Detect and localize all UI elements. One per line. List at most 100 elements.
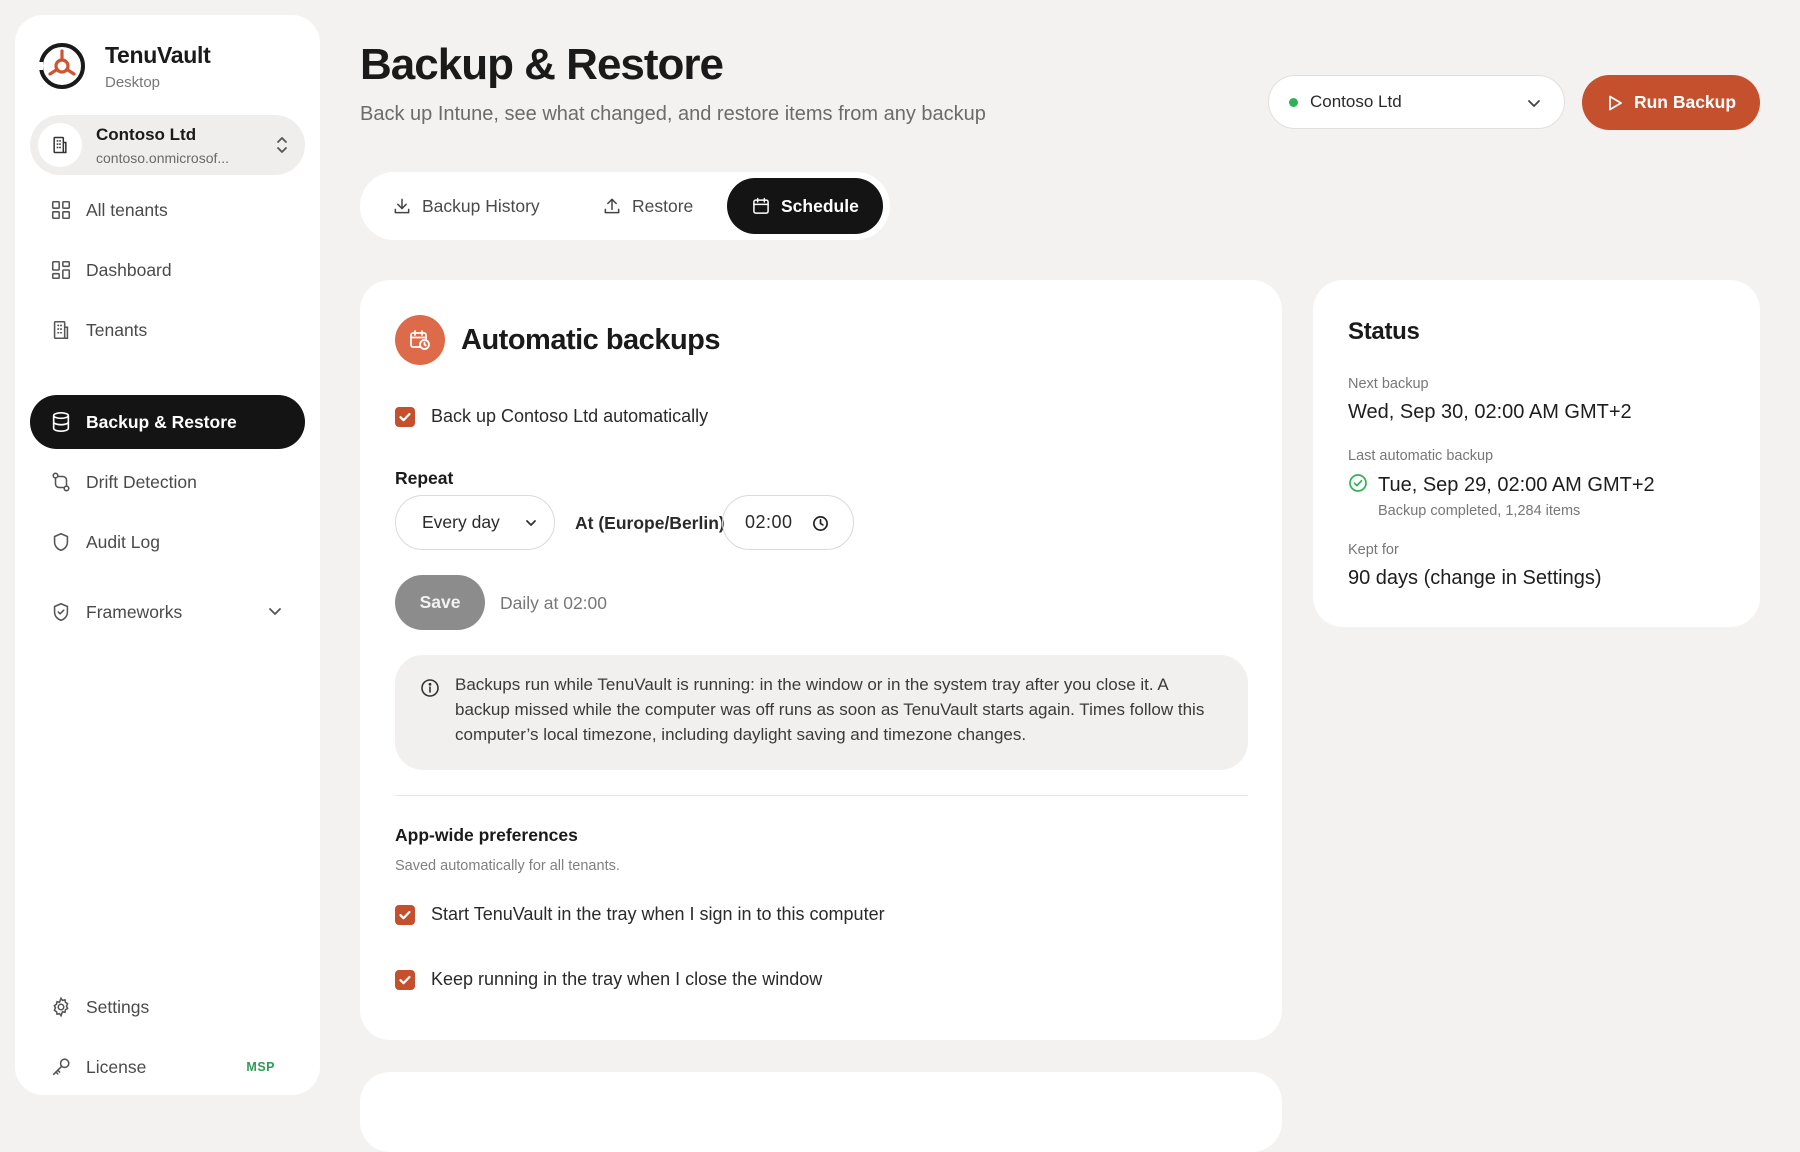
status-dot — [1289, 97, 1298, 107]
auto-backup-checkbox[interactable] — [395, 406, 415, 427]
chevron-up-down-icon — [277, 137, 287, 153]
preferences-title: App-wide preferences — [395, 825, 578, 845]
sidebar-item-drift-detection[interactable]: Drift Detection — [30, 455, 305, 509]
pref-tray-keep-row: Keep running in the tray when I close th… — [395, 969, 822, 990]
card-header: Automatic backups — [395, 315, 721, 365]
tenuvault-logo-icon — [37, 43, 85, 89]
sidebar-item-audit-log[interactable]: Audit Log — [30, 515, 305, 569]
dashboard-icon — [51, 260, 71, 280]
info-text: Backups run while TenuVault is running: … — [455, 675, 1205, 744]
sidebar-item-label: All tenants — [86, 199, 168, 220]
play-icon — [1609, 95, 1622, 110]
building-icon — [53, 320, 69, 340]
sidebar-item-label: Backup & Restore — [86, 411, 237, 432]
sidebar-item-label: Settings — [86, 996, 150, 1017]
tab-label: Backup History — [422, 195, 540, 216]
card-title: Automatic backups — [461, 323, 721, 356]
chevron-down-icon — [1528, 100, 1540, 107]
page-subtitle: Back up Intune, see what changed, and re… — [360, 103, 986, 125]
shield-icon — [53, 532, 69, 552]
auto-backup-row: Back up Contoso Ltd automatically — [395, 406, 708, 427]
grid-icon — [51, 200, 71, 220]
tab-restore[interactable]: Restore — [578, 178, 717, 234]
time-input-value: 02:00 — [745, 512, 793, 532]
upload-icon — [604, 198, 620, 214]
status-title: Status — [1348, 318, 1420, 345]
tray-start-label: Start TenuVault in the tray when I sign … — [431, 904, 885, 924]
divider — [395, 795, 1248, 796]
download-icon — [394, 198, 410, 214]
license-badge: MSP — [246, 1060, 275, 1074]
sidebar-item-tenants[interactable]: Tenants — [30, 303, 305, 357]
chevron-down-icon — [269, 608, 281, 615]
kept-for-label: Kept for — [1348, 542, 1399, 558]
shield-check-icon — [53, 602, 69, 622]
kept-for-value: 90 days (change in Settings) — [1348, 567, 1602, 589]
sidebar-item-license[interactable]: License MSP — [30, 1040, 305, 1094]
next-backup-label: Next backup — [1348, 376, 1429, 392]
tenant-switcher[interactable]: Contoso Ltd contoso.onmicrosof... — [30, 115, 305, 175]
at-timezone-label: At (Europe/Berlin) — [575, 513, 725, 533]
auto-backup-label: Back up Contoso Ltd automatically — [431, 406, 709, 426]
tab-label: Restore — [632, 195, 694, 216]
database-icon — [52, 412, 70, 432]
tray-keep-checkbox[interactable] — [395, 969, 415, 990]
sidebar-item-all-tenants[interactable]: All tenants — [30, 183, 305, 237]
repeat-select-value: Every day — [422, 512, 500, 532]
info-callout: Backups run while TenuVault is running: … — [395, 655, 1248, 770]
sidebar-item-label: Tenants — [86, 319, 148, 340]
calendar-icon — [753, 197, 769, 214]
status-card: Status Next backup Wed, Sep 30, 02:00 AM… — [1313, 280, 1760, 627]
building-icon — [38, 123, 82, 167]
check-icon — [399, 910, 411, 919]
tray-start-checkbox[interactable] — [395, 904, 415, 925]
gear-icon — [53, 996, 69, 1018]
last-backup-detail: Backup completed, 1,284 items — [1378, 503, 1581, 519]
sidebar-item-label: Drift Detection — [86, 471, 197, 492]
page-title: Backup & Restore — [360, 40, 724, 89]
run-backup-label: Run Backup — [1633, 92, 1737, 112]
info-icon — [421, 679, 439, 697]
tray-keep-label: Keep running in the tray when I close th… — [431, 969, 823, 989]
repeat-label: Repeat — [395, 468, 454, 488]
automatic-backups-card: Automatic backups Back up Contoso Ltd au… — [360, 280, 1282, 1040]
tenant-switcher-name: Contoso Ltd — [96, 124, 197, 144]
last-backup-label: Last automatic backup — [1348, 448, 1494, 464]
repeat-select[interactable]: Every day — [395, 495, 555, 550]
tenant-select[interactable]: Contoso Ltd — [1268, 75, 1565, 129]
tab-backup-history[interactable]: Backup History — [368, 178, 564, 234]
preferences-subtitle: Saved automatically for all tenants. — [395, 858, 620, 874]
key-icon — [52, 1058, 70, 1076]
run-backup-button[interactable]: Run Backup — [1582, 75, 1760, 130]
last-backup-value: Tue, Sep 29, 02:00 AM GMT+2 — [1378, 474, 1655, 496]
git-compare-icon — [52, 472, 70, 492]
sidebar-item-backup-restore[interactable]: Backup & Restore — [30, 395, 305, 449]
sidebar-item-settings[interactable]: Settings — [30, 980, 305, 1034]
tenant-select-value: Contoso Ltd — [1310, 92, 1402, 111]
sidebar-item-label: Frameworks — [86, 601, 183, 622]
brand: TenuVault Desktop — [37, 41, 211, 91]
brand-subtitle: Desktop — [105, 73, 161, 91]
check-icon — [399, 412, 411, 421]
sidebar: TenuVault Desktop Contoso Ltd contoso.on… — [15, 15, 320, 1095]
sidebar-item-label: Dashboard — [86, 259, 172, 280]
pref-tray-start-row: Start TenuVault in the tray when I sign … — [395, 904, 885, 925]
tab-schedule[interactable]: Schedule — [727, 178, 883, 234]
tenant-switcher-domain: contoso.onmicrosof... — [96, 149, 230, 166]
sidebar-item-label: License — [86, 1056, 147, 1077]
time-input[interactable]: 02:00 — [722, 495, 854, 550]
check-icon — [399, 975, 411, 984]
sidebar-item-frameworks[interactable]: Frameworks — [30, 585, 305, 639]
chevron-down-icon — [526, 520, 536, 526]
brand-name: TenuVault — [105, 41, 211, 68]
tab-bar: Backup History Restore Schedule — [360, 172, 890, 240]
next-backup-value: Wed, Sep 30, 02:00 AM GMT+2 — [1348, 401, 1632, 423]
save-button[interactable]: Save — [395, 575, 485, 630]
calendar-clock-icon — [395, 315, 445, 365]
check-circle-icon — [1349, 474, 1367, 492]
clock-icon — [813, 516, 828, 531]
sidebar-item-dashboard[interactable]: Dashboard — [30, 243, 305, 297]
next-card — [360, 1072, 1282, 1152]
tab-label: Schedule — [781, 195, 859, 216]
sidebar-item-label: Audit Log — [86, 531, 160, 552]
